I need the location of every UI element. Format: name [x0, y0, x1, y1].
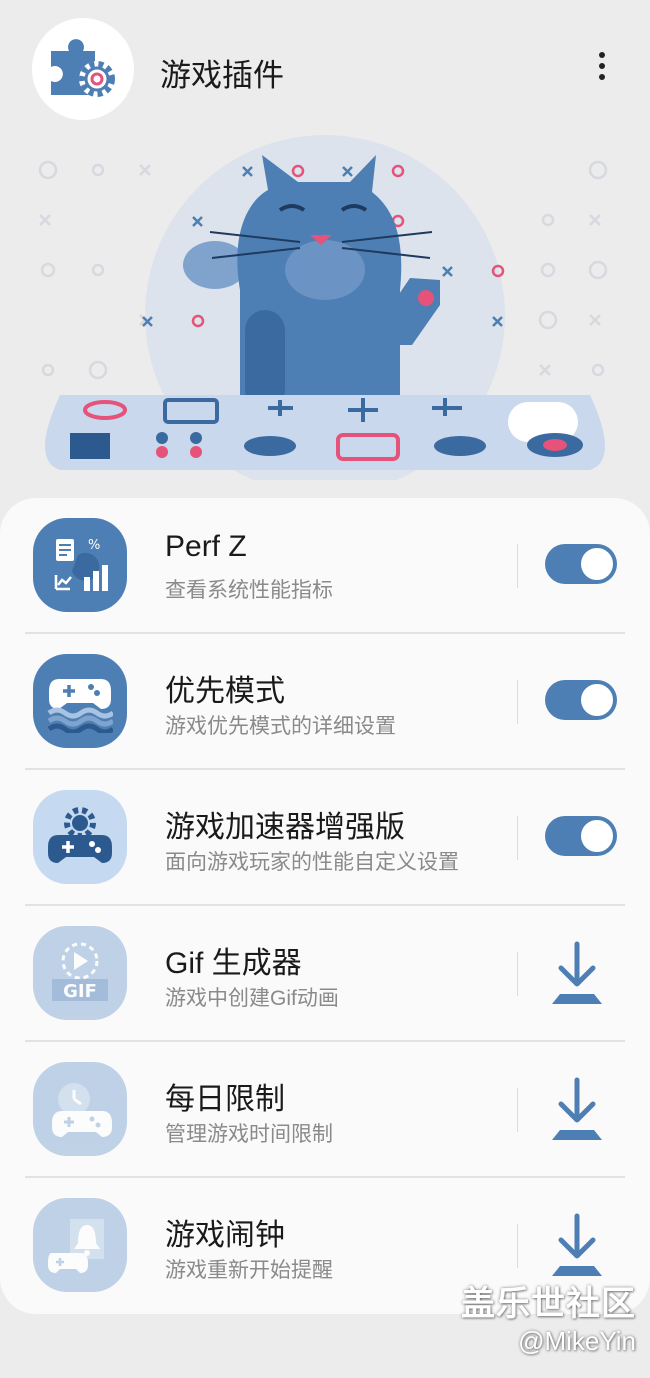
- divider: [517, 1088, 518, 1132]
- svg-text:GIF: GIF: [63, 981, 97, 1002]
- more-options-button[interactable]: [586, 44, 618, 88]
- plugin-subtitle: 游戏重新开始提醒: [165, 1259, 333, 1282]
- status-bar: [0, 0, 650, 12]
- plugin-subtitle: 查看系统性能指标: [165, 579, 333, 602]
- plugin-subtitle: 游戏中创建Gif动画: [165, 987, 339, 1010]
- plugin-row-priority-mode[interactable]: 优先模式 游戏优先模式的详细设置: [0, 634, 650, 770]
- more-vert-icon: [599, 52, 605, 58]
- divider: [517, 816, 518, 860]
- plugin-title: Perf Z: [165, 530, 247, 563]
- gamepad-gear-icon: [33, 790, 127, 884]
- plugin-list: % Perf Z 查看系统性能指标 优先模式 游戏优先模式的详细设置 游戏加速器…: [0, 498, 650, 1314]
- gamepad-bell-icon: [33, 1198, 127, 1292]
- plugin-subtitle: 游戏优先模式的详细设置: [165, 715, 396, 738]
- game-booster-toggle[interactable]: [545, 816, 617, 856]
- download-icon: [552, 1213, 602, 1276]
- divider: [517, 952, 518, 996]
- download-icon: [552, 941, 602, 1004]
- plugin-title: 游戏加速器增强版: [165, 811, 405, 844]
- watermark-author: @MikeYin: [518, 1326, 636, 1356]
- plugin-row-daily-limit[interactable]: 每日限制 管理游戏时间限制: [0, 1042, 650, 1178]
- perf-z-toggle[interactable]: [545, 544, 617, 584]
- plugin-title: 游戏闹钟: [165, 1219, 285, 1252]
- download-icon: [552, 1077, 602, 1140]
- daily-limit-download-button[interactable]: [544, 1076, 610, 1146]
- plugin-subtitle: 面向游戏玩家的性能自定义设置: [165, 851, 459, 874]
- header: 游戏插件: [0, 14, 650, 124]
- plugin-subtitle: 管理游戏时间限制: [165, 1123, 333, 1146]
- page-title: 游戏插件: [160, 58, 284, 93]
- game-alarm-download-button[interactable]: [544, 1212, 610, 1282]
- performance-chart-icon: %: [33, 518, 127, 612]
- gamepad-waves-icon: [33, 654, 127, 748]
- plugin-row-game-booster-plus[interactable]: 游戏加速器增强版 面向游戏玩家的性能自定义设置: [0, 770, 650, 906]
- divider: [517, 680, 518, 724]
- svg-text:%: %: [88, 538, 100, 553]
- gif-maker-download-button[interactable]: [544, 940, 610, 1010]
- plugin-title: 优先模式: [165, 675, 285, 708]
- puzzle-gear-icon: [32, 18, 134, 120]
- divider: [517, 544, 518, 588]
- watermark-community: 盖乐世社区: [461, 1285, 636, 1323]
- divider: [517, 1224, 518, 1268]
- gamepad-timer-icon: [33, 1062, 127, 1156]
- plugin-title: 每日限制: [165, 1083, 285, 1116]
- plugin-title: Gif 生成器: [165, 947, 302, 980]
- gif-play-icon: GIF: [33, 926, 127, 1020]
- plugin-row-perf-z[interactable]: % Perf Z 查看系统性能指标: [0, 498, 650, 634]
- priority-mode-toggle[interactable]: [545, 680, 617, 720]
- hero-illustration: [0, 130, 650, 495]
- plugin-row-gif-maker[interactable]: GIF Gif 生成器 游戏中创建Gif动画: [0, 906, 650, 1042]
